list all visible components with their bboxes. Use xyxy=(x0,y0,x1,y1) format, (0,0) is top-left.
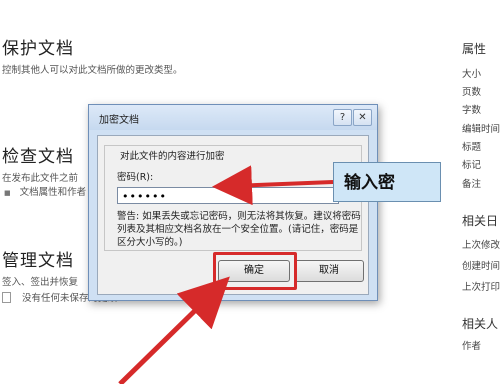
encrypt-group-title: 对此文件的内容进行加密 xyxy=(117,148,228,162)
related-dates-heading: 相关日 xyxy=(462,214,499,228)
manage-document-title: 管理文档 xyxy=(2,251,74,271)
prop-comments: 备注 xyxy=(462,179,482,190)
people-author: 作者 xyxy=(462,341,482,352)
protect-document-desc: 控制其他人可以对此文档所做的更改类型。 xyxy=(2,65,183,76)
prop-words: 字数 xyxy=(462,105,482,116)
password-field[interactable]: •••••• xyxy=(117,187,339,204)
cancel-button[interactable]: 取消 xyxy=(294,260,364,282)
properties-heading: 属性 xyxy=(462,42,487,56)
bullet-icon: ■ xyxy=(4,189,11,197)
prop-tags: 标记 xyxy=(462,160,482,171)
password-label: 密码(R): xyxy=(117,172,154,183)
date-last-modified: 上次修改 xyxy=(462,240,500,251)
inspect-document-line1: 在发布此文件之前 xyxy=(2,173,79,184)
prop-size: 大小 xyxy=(462,69,482,80)
close-button[interactable]: ✕ xyxy=(353,109,372,126)
encrypt-group: 对此文件的内容进行加密 密码(R): •••••• 警告: 如果丢失或忘记密码，… xyxy=(104,145,362,251)
inspect-document-title: 检查文档 xyxy=(2,147,74,167)
inspect-document-line2-text: 文档属性和作者 xyxy=(19,187,87,198)
help-button[interactable]: ? xyxy=(333,109,352,126)
dialog-titlebar[interactable]: 加密文档 ? ✕ xyxy=(89,105,377,130)
inspect-document-line2: ■ 文档属性和作者 xyxy=(4,184,86,198)
input-password-callout: 输入密 xyxy=(333,162,441,202)
protect-document-title: 保护文档 xyxy=(2,39,74,59)
dialog-title: 加密文档 xyxy=(99,115,139,126)
date-last-printed: 上次打印 xyxy=(462,282,500,293)
manage-document-line1: 签入、签出并恢复 xyxy=(2,277,79,288)
prop-pages: 页数 xyxy=(462,87,482,98)
document-icon xyxy=(2,292,11,303)
date-created: 创建时间 xyxy=(462,261,500,272)
warning-text: 警告: 如果丢失或忘记密码，则无法将其恢复。建议将密码列表及其相应文档名放在一个… xyxy=(117,211,361,248)
ok-button-highlight xyxy=(213,252,297,290)
prop-title: 标题 xyxy=(462,142,482,153)
prop-edit-time: 编辑时间 xyxy=(462,124,500,135)
arrow-to-ok-button-icon xyxy=(118,276,230,384)
related-people-heading: 相关人 xyxy=(462,317,499,331)
